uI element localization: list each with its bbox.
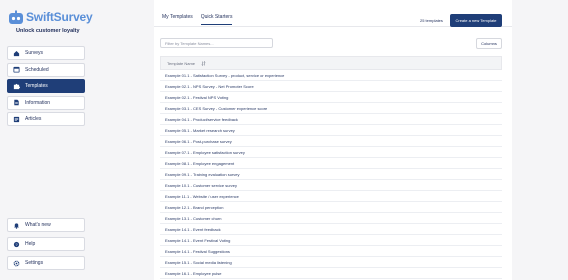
template-filter-input[interactable]	[160, 38, 273, 48]
sidebar-item-label: Information	[25, 99, 51, 106]
sidebar-item-label: Templates	[25, 83, 48, 90]
table-row[interactable]: Example 11.1 - Website / user experience	[160, 191, 502, 202]
sidebar-item-templates[interactable]: Templates	[7, 79, 85, 94]
sidebar-item-label: Scheduled	[25, 66, 49, 73]
table-row[interactable]: Example 14.1 - Event Festival Voting	[160, 235, 502, 246]
table-row[interactable]: Example 01.1 - Satisfaction Survey - pro…	[160, 70, 502, 81]
table-row[interactable]: Example 13.1 - Customer churn	[160, 213, 502, 224]
table-row[interactable]: Example 02.1 - NPS Survey - Net Promoter…	[160, 81, 502, 92]
bell-icon	[12, 221, 20, 229]
sidebar: SwiftSurvey Unlock customer loyalty Surv…	[0, 0, 94, 280]
table-row[interactable]: Example 12.1 - Brand perception	[160, 202, 502, 213]
create-template-button[interactable]: Create a new Template	[450, 14, 502, 27]
tab-quick-starters[interactable]: Quick Starters	[200, 14, 233, 25]
table-row[interactable]: Example 05.1 - Market research survey	[160, 125, 502, 136]
table-row[interactable]: Example 14.1 - Festival Suggestions	[160, 246, 502, 257]
document-icon	[12, 99, 20, 107]
gear-icon	[12, 259, 20, 267]
puzzle-icon	[12, 82, 20, 90]
table-row[interactable]: Example 03.1 - CES Survey - Customer exp…	[160, 103, 502, 114]
sidebar-item-information[interactable]: Information	[7, 95, 85, 110]
sidebar-item-settings[interactable]: Settings	[7, 256, 85, 270]
sidebar-item-articles[interactable]: Articles	[7, 112, 85, 127]
table-row[interactable]: Example 10.1 - Customer service survey	[160, 180, 502, 191]
sidebar-footer-nav: What's new ? Help Settings	[7, 218, 85, 275]
sidebar-item-label: Articles	[25, 116, 42, 123]
sidebar-item-label: Surveys	[25, 50, 44, 56]
brand-title: SwiftSurvey	[26, 10, 93, 24]
table-row[interactable]: Example 04.1 - Product/service feedback	[160, 114, 502, 125]
sidebar-nav: Surveys Scheduled Templates Information …	[7, 46, 85, 129]
help-icon: ?	[12, 240, 20, 248]
sort-icon[interactable]	[201, 60, 206, 66]
calendar-icon	[12, 66, 20, 74]
table-header: Template Name	[160, 56, 502, 70]
tab-my-templates[interactable]: My Templates	[162, 14, 193, 25]
sidebar-item-label: Settings	[25, 260, 44, 266]
templates-table: Template Name Example 01.1 - Satisfactio…	[160, 56, 502, 279]
table-row[interactable]: Example 14.1 - Event feedback	[160, 224, 502, 235]
logo-icon	[8, 10, 24, 26]
sidebar-item-surveys[interactable]: Surveys	[7, 46, 85, 60]
sidebar-item-scheduled[interactable]: Scheduled	[7, 62, 85, 77]
sidebar-item-help[interactable]: ? Help	[7, 237, 85, 251]
brand-subtitle: Unlock customer loyalty	[16, 28, 80, 34]
sidebar-item-whats-new[interactable]: What's new	[7, 218, 85, 232]
sidebar-item-label: Help	[25, 241, 36, 247]
brand-logo[interactable]: SwiftSurvey Unlock customer loyalty	[8, 8, 93, 42]
template-tabs: My Templates Quick Starters	[162, 14, 240, 25]
sidebar-item-label: What's new	[25, 222, 51, 228]
columns-button[interactable]: Columns	[476, 38, 502, 49]
table-row[interactable]: Example 07.1 - Employee satisfaction sur…	[160, 147, 502, 158]
main-panel: My Templates Quick Starters 25 templates…	[154, 0, 512, 280]
table-row[interactable]: Example 09.1 - Training evaluation surve…	[160, 169, 502, 180]
table-row[interactable]: Example 08.1 - Employee engagement	[160, 158, 502, 169]
home-icon	[12, 49, 20, 57]
table-row[interactable]: Example 15.1 - Social media listening	[160, 257, 502, 268]
table-row[interactable]: Example 06.1 - Post-purchase survey	[160, 136, 502, 147]
articles-icon	[12, 115, 20, 123]
table-row[interactable]: Example 02.1 - Festival NPS Voting	[160, 92, 502, 103]
template-count: 25 templates	[420, 18, 443, 23]
column-header-template-name[interactable]: Template Name	[167, 61, 195, 66]
table-row[interactable]: Example 16.1 - Employee pulse	[160, 268, 502, 279]
